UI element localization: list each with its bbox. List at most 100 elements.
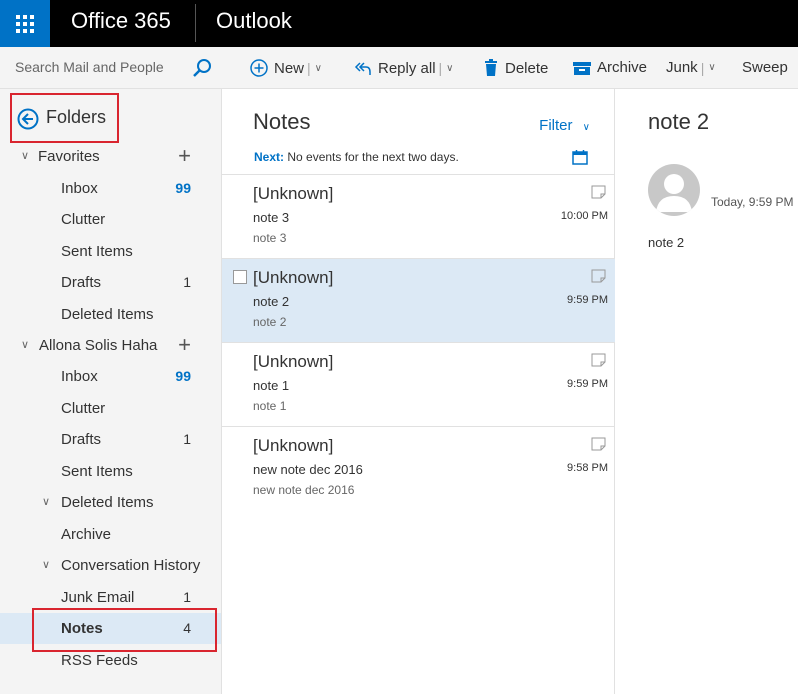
nav-item-inbox[interactable]: Inbox 99 [0, 173, 221, 204]
account-name: Allona Solis Haha [39, 337, 158, 354]
nav-item-sent-items[interactable]: Sent Items [0, 236, 221, 267]
reply-all-icon [354, 62, 371, 75]
archive-icon [573, 61, 591, 75]
nav-item-label: Deleted Items [61, 306, 154, 323]
list-title: Notes [253, 109, 311, 134]
message-time: 10:00 PM [560, 210, 608, 222]
plus-circle-icon [250, 59, 268, 77]
avatar[interactable] [648, 164, 700, 216]
nav-item-label: Clutter [61, 400, 106, 417]
select-checkbox[interactable] [233, 270, 247, 284]
note-icon[interactable] [591, 269, 606, 283]
nav-item-drafts[interactable]: Drafts 1 [0, 267, 221, 298]
app-name[interactable]: Outlook [216, 8, 292, 34]
next-label: Next: [254, 150, 285, 164]
command-bar: New | ∨ Reply all | ∨ Delete Archive Jun… [222, 47, 798, 89]
nav-item-inbox[interactable]: Inbox 99 [0, 361, 221, 392]
message-preview: new note dec 2016 [253, 483, 355, 497]
message-list: Notes Filter ∨ Next: No events for the n… [222, 89, 615, 694]
nav-item-deleted-items[interactable]: Deleted Items [0, 299, 221, 330]
archive-label: Archive [597, 59, 648, 76]
nav-item-clutter[interactable]: Clutter [0, 393, 221, 424]
brand-name[interactable]: Office 365 [71, 8, 171, 34]
message-sender: [Unknown] [253, 184, 334, 203]
chevron-down-icon[interactable]: ∨ [42, 558, 50, 571]
account-group[interactable]: ∨ Allona Solis Haha + [0, 330, 221, 361]
filter-button[interactable]: Filter ∨ [539, 117, 590, 134]
nav-item-label: Drafts [61, 274, 102, 291]
nav-item-label: Sent Items [61, 463, 133, 480]
message-preview: note 2 [253, 315, 287, 329]
message-preview: note 3 [253, 231, 287, 245]
notes-highlight-box [32, 608, 217, 652]
sweep-button[interactable]: Sweep [742, 59, 788, 76]
message-sender: [Unknown] [253, 436, 334, 455]
message-item[interactable]: [Unknown] note 1 note 1 9:59 PM [222, 343, 615, 427]
message-subject: note 3 [253, 210, 290, 225]
folders-title: Folders [46, 107, 107, 127]
next-events: Next: No events for the next two days. [254, 150, 459, 164]
nav-item-archive[interactable]: Archive [0, 519, 221, 550]
message-time: 9:59 PM [567, 378, 608, 390]
unread-count: 99 [175, 368, 191, 384]
chevron-down-icon[interactable]: ∨ [315, 63, 322, 74]
reading-title: note 2 [648, 109, 710, 134]
message-subject: new note dec 2016 [253, 462, 363, 477]
add-favorite-icon[interactable]: + [178, 143, 191, 169]
chevron-down-icon[interactable]: ∨ [446, 63, 453, 74]
note-icon[interactable] [591, 353, 606, 367]
new-label: New [274, 59, 305, 77]
chevron-down-icon[interactable]: ∨ [42, 495, 50, 508]
chevron-down-icon: ∨ [582, 122, 590, 133]
new-button[interactable]: New | ∨ [250, 59, 322, 77]
search-box[interactable]: Search Mail and People [0, 47, 222, 89]
nav-item-sent-items[interactable]: Sent Items [0, 456, 221, 487]
junk-separator: | [700, 59, 705, 76]
junk-button[interactable]: Junk | ∨ [666, 59, 716, 76]
nav-item-clutter[interactable]: Clutter [0, 204, 221, 235]
message-item[interactable]: [Unknown] note 3 note 3 10:00 PM [222, 175, 615, 259]
nav-item-deleted-items[interactable]: ∨ Deleted Items [0, 487, 221, 518]
nav-item-label: Drafts [61, 431, 102, 448]
calendar-icon[interactable] [572, 149, 588, 165]
next-events-text: No events for the next two days. [287, 150, 459, 164]
nav-item-label: Clutter [61, 211, 106, 228]
archive-button[interactable]: Archive [573, 59, 647, 76]
message-preview: note 1 [253, 399, 287, 413]
nav-item-label: Inbox [61, 180, 98, 197]
message-time: 9:59 PM [567, 294, 608, 306]
reading-body: note 2 [648, 235, 685, 250]
folders-header[interactable]: Folders [10, 93, 119, 143]
message-sender: [Unknown] [253, 268, 334, 287]
nav-item-label: Inbox [61, 368, 98, 385]
nav-item-label: Sent Items [61, 243, 133, 260]
nav-item-label: Archive [61, 526, 112, 543]
add-folder-icon[interactable]: + [178, 332, 191, 358]
search-input[interactable]: Search Mail and People [15, 59, 164, 75]
app-launcher-button[interactable] [0, 0, 50, 47]
delete-button[interactable]: Delete [483, 59, 548, 77]
nav-item-label: Conversation History [61, 557, 201, 574]
folder-pane: Folders ∨ Favorites + Inbox 99 Clutter S… [0, 89, 222, 694]
note-icon[interactable] [591, 185, 606, 199]
back-arrow-icon[interactable] [17, 108, 39, 130]
note-icon[interactable] [591, 437, 606, 451]
delete-label: Delete [505, 59, 549, 77]
trash-icon [485, 59, 497, 76]
favorites-group[interactable]: ∨ Favorites + [0, 141, 221, 172]
nav-item-label: Favorites [38, 148, 100, 165]
unread-count: 99 [175, 180, 191, 196]
chevron-down-icon[interactable]: ∨ [708, 62, 715, 73]
reading-timestamp: Today, 9:59 PM [711, 195, 794, 209]
chevron-down-icon[interactable]: ∨ [21, 338, 29, 351]
reply-all-button[interactable]: Reply all | ∨ [354, 59, 454, 77]
person-icon [656, 174, 692, 212]
search-icon[interactable] [192, 58, 212, 78]
nav-item-drafts[interactable]: Drafts 1 [0, 424, 221, 455]
nav-item-conversation-history[interactable]: ∨ Conversation History [0, 550, 221, 581]
message-time: 9:58 PM [567, 462, 608, 474]
message-item[interactable]: [Unknown] new note dec 2016 new note dec… [222, 427, 615, 511]
message-item-selected[interactable]: [Unknown] note 2 note 2 9:59 PM [222, 259, 615, 343]
item-count: 1 [183, 589, 191, 605]
chevron-down-icon[interactable]: ∨ [21, 149, 29, 162]
